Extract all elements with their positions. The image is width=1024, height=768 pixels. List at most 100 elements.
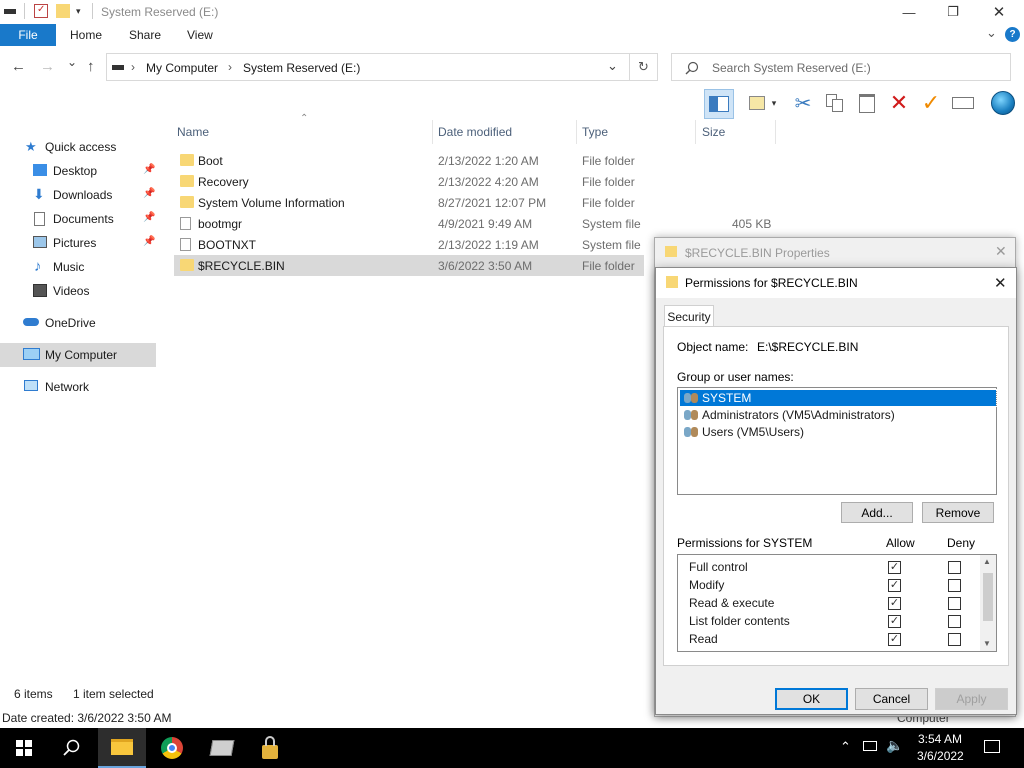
refresh-button[interactable]: ↻ xyxy=(630,53,658,81)
allow-checkbox[interactable]: ✓ xyxy=(888,597,901,610)
breadcrumb-my-computer[interactable]: My Computer xyxy=(146,61,218,75)
paste-icon[interactable] xyxy=(854,90,880,116)
network-status-icon[interactable] xyxy=(863,741,877,751)
sidebar-item-pictures[interactable]: Pictures 📌 xyxy=(0,232,156,254)
file-row[interactable]: BOOTNXT 2/13/2022 1:19 AM System file xyxy=(174,234,644,255)
deny-checkbox[interactable] xyxy=(948,633,961,646)
column-header-name[interactable]: Name xyxy=(177,125,209,139)
recent-locations-button[interactable]: ⌄ xyxy=(67,55,77,69)
close-button[interactable]: ✕ xyxy=(976,0,1022,24)
sidebar-item-my-computer[interactable]: My Computer xyxy=(0,343,156,367)
add-button[interactable]: Add... xyxy=(841,502,913,523)
column-header-type[interactable]: Type xyxy=(582,125,608,139)
column-divider[interactable] xyxy=(432,120,433,144)
delete-icon[interactable]: ✕ xyxy=(886,90,912,116)
scroll-up-icon[interactable]: ▲ xyxy=(983,557,991,566)
notifications-icon[interactable] xyxy=(984,740,1000,753)
apply-button[interactable]: Apply xyxy=(935,688,1008,710)
drive-icon[interactable] xyxy=(4,9,16,14)
address-dropdown-icon[interactable]: ⌄ xyxy=(607,58,618,74)
column-divider[interactable] xyxy=(576,120,577,144)
minimize-button[interactable]: — xyxy=(886,0,932,24)
new-folder-quick-icon[interactable] xyxy=(56,4,70,18)
list-item[interactable]: Users (VM5\Users) xyxy=(680,424,996,440)
search-input[interactable]: Search System Reserved (E:) xyxy=(671,53,1011,81)
chrome-icon xyxy=(161,737,183,759)
sidebar-item-network[interactable]: Network xyxy=(0,376,156,398)
allow-checkbox[interactable]: ✓ xyxy=(888,615,901,628)
deny-checkbox[interactable] xyxy=(948,597,961,610)
tab-share[interactable]: Share xyxy=(129,28,161,42)
list-item[interactable]: SYSTEM xyxy=(679,389,997,407)
file-row[interactable]: Boot 2/13/2022 1:20 AM File folder xyxy=(174,150,644,171)
file-explorer-taskbar-button[interactable] xyxy=(98,728,146,768)
cancel-button[interactable]: Cancel xyxy=(855,688,928,710)
properties-icon[interactable] xyxy=(744,90,770,116)
file-row[interactable]: System Volume Information 8/27/2021 12:0… xyxy=(174,192,644,213)
back-button[interactable]: ← xyxy=(11,58,26,75)
clock-date[interactable]: 3/6/2022 xyxy=(917,749,964,763)
checkmark-icon[interactable]: ✓ xyxy=(918,90,944,116)
sidebar-item-desktop[interactable]: Desktop 📌 xyxy=(0,160,156,182)
forward-button[interactable]: → xyxy=(40,58,55,75)
sidebar-item-documents[interactable]: Documents 📌 xyxy=(0,208,156,230)
clock-time[interactable]: 3:54 AM xyxy=(917,732,963,746)
permissions-list[interactable]: Full control ✓ Modify ✓ Read & execute ✓… xyxy=(677,554,997,652)
sidebar-item-videos[interactable]: Videos xyxy=(0,280,156,302)
allow-checkbox[interactable]: ✓ xyxy=(888,579,901,592)
scroll-down-icon[interactable]: ▼ xyxy=(983,639,991,648)
help-icon[interactable]: ? xyxy=(1005,27,1020,42)
column-header-date[interactable]: Date modified xyxy=(438,125,512,139)
copy-icon[interactable] xyxy=(822,90,848,116)
properties-quick-icon[interactable]: ✓ xyxy=(34,4,48,18)
breadcrumb-system-reserved[interactable]: System Reserved (E:) xyxy=(243,61,360,75)
show-hidden-icons-icon[interactable]: ⌃ xyxy=(840,739,851,755)
column-divider[interactable] xyxy=(695,120,696,144)
sidebar-item-label: Music xyxy=(53,260,85,274)
allow-checkbox[interactable]: ✓ xyxy=(888,561,901,574)
file-row-selected[interactable]: $RECYCLE.BIN 3/6/2022 3:50 AM File folde… xyxy=(174,255,644,276)
sidebar-item-quick-access[interactable]: ★ Quick access xyxy=(0,136,156,158)
permissions-close-button[interactable]: ✕ xyxy=(994,274,1007,292)
search-placeholder: Search System Reserved (E:) xyxy=(712,61,871,75)
rename-icon[interactable] xyxy=(950,90,976,116)
remove-button[interactable]: Remove xyxy=(922,502,994,523)
sidebar-item-music[interactable]: ♪ Music xyxy=(0,256,156,278)
volume-icon[interactable]: 🔈 xyxy=(886,737,903,754)
deny-checkbox[interactable] xyxy=(948,561,961,574)
search-taskbar-button[interactable] xyxy=(48,728,96,768)
tab-view[interactable]: View xyxy=(187,28,213,42)
globe-icon[interactable] xyxy=(990,90,1016,116)
expand-ribbon-icon[interactable]: ⌄ xyxy=(986,25,997,41)
address-bar[interactable]: › My Computer › System Reserved (E:) ⌄ xyxy=(106,53,630,81)
tab-file[interactable]: File xyxy=(0,24,56,46)
tab-security[interactable]: Security xyxy=(664,305,714,327)
maximize-button[interactable]: ❐ xyxy=(930,0,976,24)
scrollbar[interactable]: ▲ ▼ xyxy=(980,555,996,651)
up-button[interactable]: ↑ xyxy=(87,58,95,75)
list-item[interactable]: Administrators (VM5\Administrators) xyxy=(680,407,996,423)
sidebar-item-downloads[interactable]: ⬇ Downloads 📌 xyxy=(0,184,156,206)
file-row[interactable]: Recovery 2/13/2022 4:20 AM File folder xyxy=(174,171,644,192)
properties-dropdown-icon[interactable]: ▾ xyxy=(768,90,780,116)
preview-pane-icon[interactable] xyxy=(704,89,734,119)
cut-icon[interactable]: ✂ xyxy=(790,90,816,116)
app-taskbar-button[interactable] xyxy=(198,728,246,768)
file-row[interactable]: bootmgr 4/9/2021 9:49 AM System file 405… xyxy=(174,213,774,234)
column-divider[interactable] xyxy=(775,120,776,144)
ok-button[interactable]: OK xyxy=(775,688,848,710)
user-list[interactable]: SYSTEM Administrators (VM5\Administrator… xyxy=(677,387,997,495)
tab-home[interactable]: Home xyxy=(70,28,102,42)
scrollbar-thumb[interactable] xyxy=(983,573,993,621)
deny-checkbox[interactable] xyxy=(948,579,961,592)
properties-close-button[interactable]: ✕ xyxy=(995,243,1007,260)
customize-quick-access-icon[interactable]: ▾ xyxy=(76,6,90,20)
allow-checkbox[interactable]: ✓ xyxy=(888,633,901,646)
chrome-taskbar-button[interactable] xyxy=(148,728,196,768)
sidebar-item-onedrive[interactable]: OneDrive xyxy=(0,312,156,334)
deny-checkbox[interactable] xyxy=(948,615,961,628)
lock-app-taskbar-button[interactable] xyxy=(246,728,294,768)
start-button[interactable] xyxy=(0,728,48,768)
column-header-size[interactable]: Size xyxy=(702,125,725,139)
user-name: SYSTEM xyxy=(702,391,752,405)
